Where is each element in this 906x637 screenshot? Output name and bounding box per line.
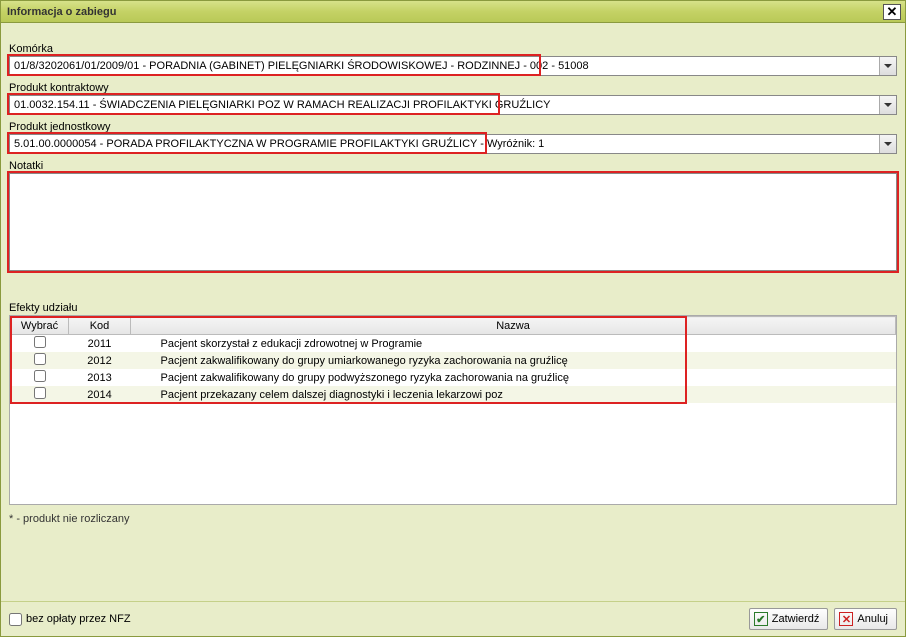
titlebar: Informacja o zabiegu ✕ <box>1 1 905 23</box>
bez-oplaty-checkbox[interactable] <box>9 613 22 626</box>
row-checkbox[interactable] <box>34 387 46 399</box>
label-notatki: Notatki <box>9 160 897 172</box>
confirm-label: Zatwierdź <box>772 613 820 625</box>
select-komorka[interactable]: 01/8/3202061/01/2009/01 - PORADNIA (GABI… <box>9 56 897 76</box>
table-row[interactable]: 2013Pacjent zakwalifikowany do grupy pod… <box>11 369 896 386</box>
cell-nazwa: Pacjent zakwalifikowany do grupy umiarko… <box>131 352 896 369</box>
confirm-button[interactable]: ✔ Zatwierdź <box>749 608 829 630</box>
cell-kod: 2012 <box>69 352 131 369</box>
table-row[interactable]: 2011Pacjent skorzystał z edukacji zdrowo… <box>11 335 896 353</box>
row-checkbox[interactable] <box>34 370 46 382</box>
table-efekty-wrap: Wybrać Kod Nazwa 2011Pacjent skorzystał … <box>9 315 897 505</box>
table-efekty: Wybrać Kod Nazwa 2011Pacjent skorzystał … <box>10 316 896 403</box>
cancel-icon: ✕ <box>839 612 853 626</box>
content-area: Komórka 01/8/3202061/01/2009/01 - PORADN… <box>1 23 905 601</box>
table-row[interactable]: 2012Pacjent zakwalifikowany do grupy umi… <box>11 352 896 369</box>
bez-oplaty-row[interactable]: bez opłaty przez NFZ <box>9 613 131 626</box>
select-produkt-kontraktowy-wrap: 01.0032.154.11 - ŚWIADCZENIA PIELĘGNIARK… <box>9 95 897 115</box>
select-produkt-kontraktowy[interactable]: 01.0032.154.11 - ŚWIADCZENIA PIELĘGNIARK… <box>9 95 897 115</box>
select-komorka-wrap: 01/8/3202061/01/2009/01 - PORADNIA (GABI… <box>9 56 897 76</box>
cancel-button[interactable]: ✕ Anuluj <box>834 608 897 630</box>
footnote: * - produkt nie rozliczany <box>9 513 897 525</box>
cancel-label: Anuluj <box>857 613 888 625</box>
table-row[interactable]: 2014Pacjent przekazany celem dalszej dia… <box>11 386 896 403</box>
row-checkbox[interactable] <box>34 353 46 365</box>
cell-nazwa: Pacjent skorzystał z edukacji zdrowotnej… <box>131 335 896 353</box>
window-title: Informacja o zabiegu <box>7 6 116 18</box>
cell-kod: 2013 <box>69 369 131 386</box>
close-button[interactable]: ✕ <box>883 4 901 20</box>
label-produkt-kontraktowy: Produkt kontraktowy <box>9 82 897 94</box>
label-komorka: Komórka <box>9 43 897 55</box>
select-produkt-jednostkowy[interactable]: 5.01.00.0000054 - PORADA PROFILAKTYCZNA … <box>9 134 897 154</box>
bez-oplaty-label: bez opłaty przez NFZ <box>26 613 131 625</box>
cell-kod: 2011 <box>69 335 131 353</box>
close-icon: ✕ <box>887 5 898 18</box>
notes-textarea[interactable] <box>9 173 897 271</box>
label-efekty: Efekty udziału <box>9 302 897 314</box>
notes-wrap <box>9 173 897 274</box>
label-produkt-jednostkowy: Produkt jednostkowy <box>9 121 897 133</box>
bottom-bar: bez opłaty przez NFZ ✔ Zatwierdź ✕ Anulu… <box>1 601 905 636</box>
cell-nazwa: Pacjent zakwalifikowany do grupy podwyżs… <box>131 369 896 386</box>
th-kod[interactable]: Kod <box>69 317 131 335</box>
button-row: ✔ Zatwierdź ✕ Anuluj <box>749 608 897 630</box>
row-checkbox[interactable] <box>34 336 46 348</box>
cell-nazwa: Pacjent przekazany celem dalszej diagnos… <box>131 386 896 403</box>
th-nazwa[interactable]: Nazwa <box>131 317 896 335</box>
select-produkt-jednostkowy-wrap: 5.01.00.0000054 - PORADA PROFILAKTYCZNA … <box>9 134 897 154</box>
cell-kod: 2014 <box>69 386 131 403</box>
check-icon: ✔ <box>754 612 768 626</box>
dialog-window: Informacja o zabiegu ✕ Komórka 01/8/3202… <box>0 0 906 637</box>
th-wybrac[interactable]: Wybrać <box>11 317 69 335</box>
